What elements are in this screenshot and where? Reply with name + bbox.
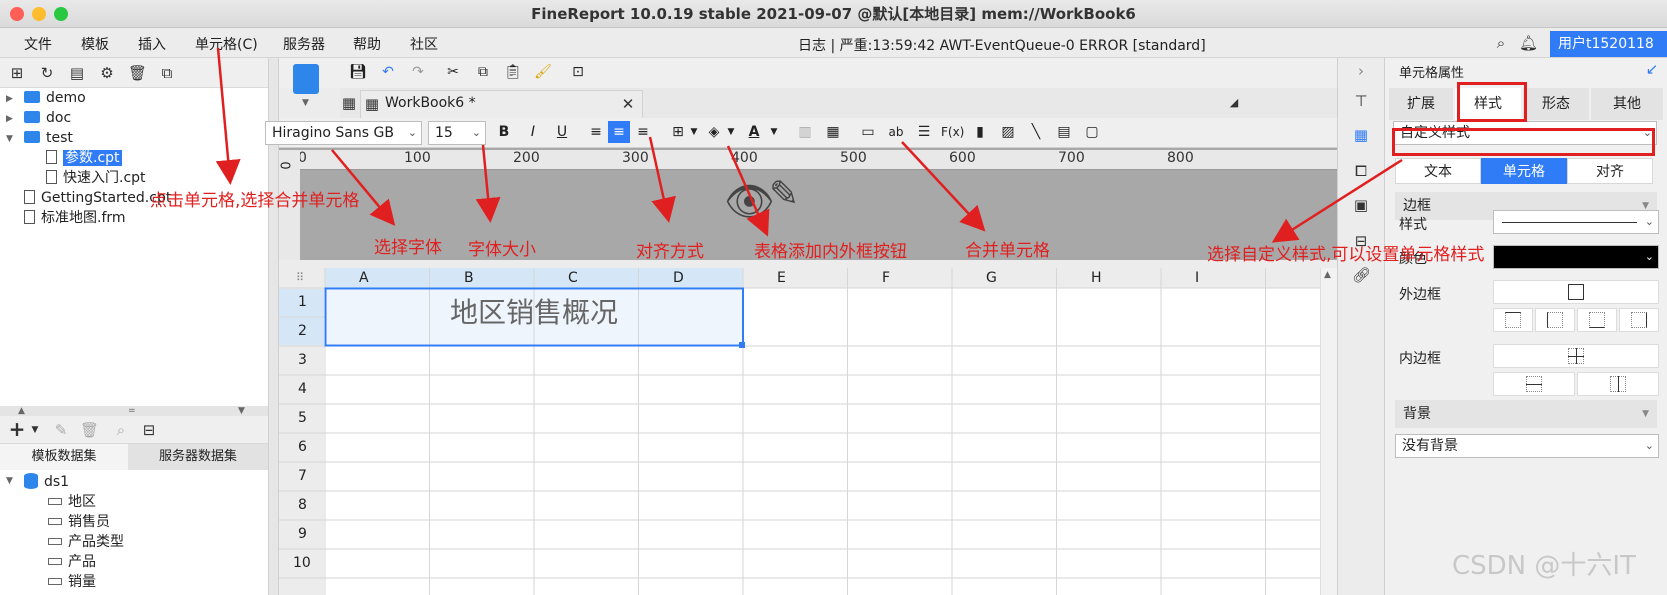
arrow-merge-menu: [215, 47, 241, 185]
highlight-style-tab: [1457, 82, 1527, 122]
annotation-border: 表格添加内外框按钮: [754, 242, 907, 262]
arrow-border: [726, 145, 770, 237]
annotation-merge-menu: 点击单元格,选择合并单元格: [150, 191, 360, 211]
watermark: CSDN @十六IT: [1452, 551, 1636, 581]
highlight-style-select: [1392, 128, 1655, 156]
arrow-custom-style: [1271, 158, 1403, 243]
arrow-size: [475, 144, 501, 223]
annotation-align: 对齐方式: [636, 242, 704, 262]
annotation-font: 选择字体: [374, 238, 442, 258]
annotation-arrows: [215, 47, 1403, 243]
annotation-custom-style: 选择自定义样式,可以设置单元格样式: [1207, 245, 1485, 265]
annotation-merge: 合并单元格: [965, 241, 1050, 261]
annotation-size: 字体大小: [468, 240, 536, 260]
arrow-merge: [901, 141, 986, 232]
arrow-align: [648, 136, 676, 223]
